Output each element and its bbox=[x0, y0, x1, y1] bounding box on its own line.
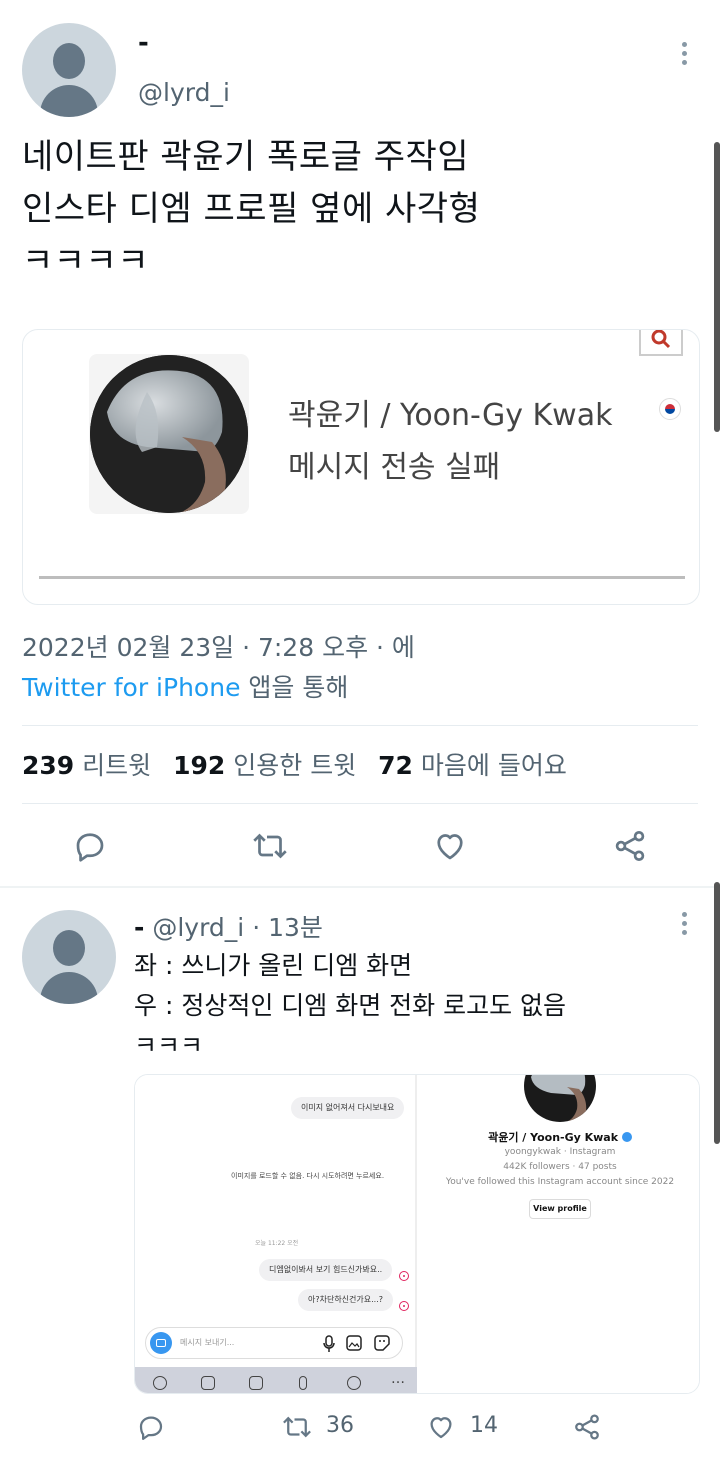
tweet-text-line: 인스타 디엠 프로필 옆에 사각형 bbox=[22, 189, 481, 229]
author-handle[interactable]: @lyrd_i bbox=[138, 78, 230, 107]
reply-icon[interactable] bbox=[136, 1412, 166, 1442]
search-icon bbox=[639, 330, 683, 356]
retweet-icon[interactable] bbox=[250, 828, 290, 864]
likes-count: 72 bbox=[378, 751, 413, 780]
sticker-key-icon[interactable] bbox=[201, 1376, 215, 1390]
gallery-icon[interactable] bbox=[346, 1335, 362, 1351]
tweet-text-line: 네이트판 곽윤기 폭로글 주작임 bbox=[22, 137, 470, 177]
reply-text-line: 좌 : 쓰니가 올린 디엠 화면 bbox=[134, 951, 413, 980]
divider bbox=[22, 725, 698, 726]
embedded-divider bbox=[39, 576, 685, 579]
verified-icon bbox=[621, 1132, 632, 1142]
author-display-name[interactable]: - bbox=[138, 28, 149, 58]
share-icon[interactable] bbox=[572, 1412, 602, 1442]
dm-profile-stats: 442K followers · 47 posts bbox=[503, 1162, 617, 1172]
error-icon bbox=[399, 1271, 409, 1281]
mic-key-icon[interactable] bbox=[299, 1376, 307, 1390]
scrollbar-thumb[interactable] bbox=[714, 142, 720, 432]
reply-media[interactable]: 이미지 없어져서 다시보내요 이미지를 로드할 수 없음. 다시 시도하려면 누… bbox=[134, 1074, 700, 1394]
divider bbox=[22, 803, 698, 804]
reply-display-name[interactable]: - bbox=[134, 913, 144, 942]
quotes-label: 인용한 트윗 bbox=[233, 751, 357, 780]
like-icon[interactable] bbox=[432, 828, 468, 864]
quotes-count: 192 bbox=[173, 751, 226, 780]
tweet-source: Twitter for iPhone 앱을 통해 bbox=[22, 668, 348, 704]
more-vertical-icon[interactable] bbox=[682, 42, 688, 69]
dm-profile-name-row: 곽윤기 / Yoon-Gy Kwak bbox=[419, 1129, 699, 1145]
dm-followed-note: You've followed this Instagram account s… bbox=[445, 1177, 675, 1187]
dm-bubble: 아?차단하신건가요...? bbox=[298, 1289, 394, 1311]
retweets-count: 239 bbox=[22, 751, 75, 780]
tweet-text: 네이트판 곽윤기 폭로글 주작임 인스타 디엠 프로필 옆에 사각형 ㅋㅋㅋㅋ bbox=[22, 134, 702, 284]
retweet-count: 36 bbox=[326, 1413, 354, 1438]
profile-photo-image bbox=[90, 355, 248, 513]
likes-stat[interactable]: 72 마음에 들어요 bbox=[378, 751, 567, 780]
source-suffix: 앱을 통해 bbox=[240, 673, 349, 702]
share-icon[interactable] bbox=[612, 828, 648, 864]
mic-icon[interactable] bbox=[322, 1335, 336, 1353]
reply-header: - @lyrd_i · 13분 bbox=[134, 908, 323, 944]
retweets-label: 리트윗 bbox=[82, 751, 152, 780]
like-icon[interactable] bbox=[426, 1412, 456, 1442]
tweet-media-card[interactable]: 곽윤기 / Yoon-Gy Kwak 메시지 전송 실패 bbox=[22, 329, 700, 605]
error-icon bbox=[399, 1301, 409, 1311]
emoji-icon[interactable] bbox=[153, 1376, 167, 1390]
reply-text-line: 우 : 정상적인 디엠 화면 전화 로고도 없음 bbox=[134, 991, 567, 1020]
sticker-icon[interactable] bbox=[374, 1335, 390, 1351]
embedded-profile-name: 곽윤기 / Yoon-Gy Kwak bbox=[288, 398, 613, 433]
tweet-text-line: ㅋㅋㅋㅋ bbox=[22, 241, 150, 281]
more-vertical-icon[interactable] bbox=[682, 912, 688, 939]
gif-icon[interactable] bbox=[249, 1376, 263, 1390]
source-app-link[interactable]: Twitter for iPhone bbox=[22, 673, 240, 702]
settings-icon[interactable] bbox=[347, 1376, 361, 1390]
dm-screen-right[interactable]: 곽윤기 / Yoon-Gy Kwak yoongykwak · Instagra… bbox=[419, 1075, 699, 1393]
dm-bubble: 디엠없이봐서 보기 힘드신가봐요.. bbox=[259, 1259, 393, 1281]
likes-label: 마음에 들어요 bbox=[420, 751, 567, 780]
kr-flag-icon bbox=[659, 398, 681, 420]
quotes-stat[interactable]: 192 인용한 트윗 bbox=[173, 751, 356, 780]
dm-bubble-top: 이미지 없어져서 다시보내요 bbox=[291, 1097, 405, 1119]
camera-icon[interactable] bbox=[150, 1332, 172, 1354]
dm-screen-left[interactable]: 이미지 없어져서 다시보내요 이미지를 로드할 수 없음. 다시 시도하려면 누… bbox=[135, 1075, 417, 1393]
dm-timestamp: 오늘 11:22 오전 bbox=[255, 1240, 299, 1247]
scrollbar-thumb[interactable] bbox=[714, 882, 720, 1144]
retweets-stat[interactable]: 239 리트윗 bbox=[22, 751, 151, 780]
retweet-icon[interactable] bbox=[280, 1412, 314, 1442]
reply-text: 좌 : 쓰니가 올린 디엠 화면 우 : 정상적인 디엠 화면 전화 로고도 없… bbox=[134, 946, 694, 1066]
embedded-status-text: 메시지 전송 실패 bbox=[288, 450, 501, 485]
tweet-date[interactable]: 2022년 02월 23일 · 7:28 오후 · 에 bbox=[22, 628, 415, 664]
dm-image-notice: 이미지를 로드할 수 없음. 다시 시도하려면 누르세요. bbox=[231, 1172, 385, 1180]
like-count: 14 bbox=[470, 1413, 498, 1438]
reply-icon[interactable] bbox=[72, 828, 108, 864]
reply-time[interactable]: · 13분 bbox=[252, 913, 323, 942]
dm-profile-username: yoongykwak · Instagram bbox=[504, 1147, 616, 1157]
more-keys-icon[interactable]: … bbox=[391, 1371, 405, 1387]
dm-composer[interactable]: 메시지 보내기... bbox=[145, 1327, 403, 1359]
section-divider bbox=[0, 886, 720, 888]
reply-author-avatar[interactable] bbox=[22, 910, 116, 1004]
tweet-stats: 239 리트윗 192 인용한 트윗 72 마음에 들어요 bbox=[22, 746, 567, 782]
dm-composer-placeholder: 메시지 보내기... bbox=[180, 1338, 235, 1347]
dm-profile-name: 곽윤기 / Yoon-Gy Kwak bbox=[488, 1131, 619, 1144]
view-profile-button[interactable]: View profile bbox=[529, 1199, 591, 1219]
author-avatar[interactable] bbox=[22, 23, 116, 117]
reply-handle[interactable]: @lyrd_i bbox=[152, 913, 244, 942]
reply-text-line: ㅋㅋㅋ bbox=[134, 1031, 204, 1060]
keyboard-toolbar: … bbox=[135, 1367, 417, 1393]
profile-photo-image bbox=[524, 1075, 596, 1122]
